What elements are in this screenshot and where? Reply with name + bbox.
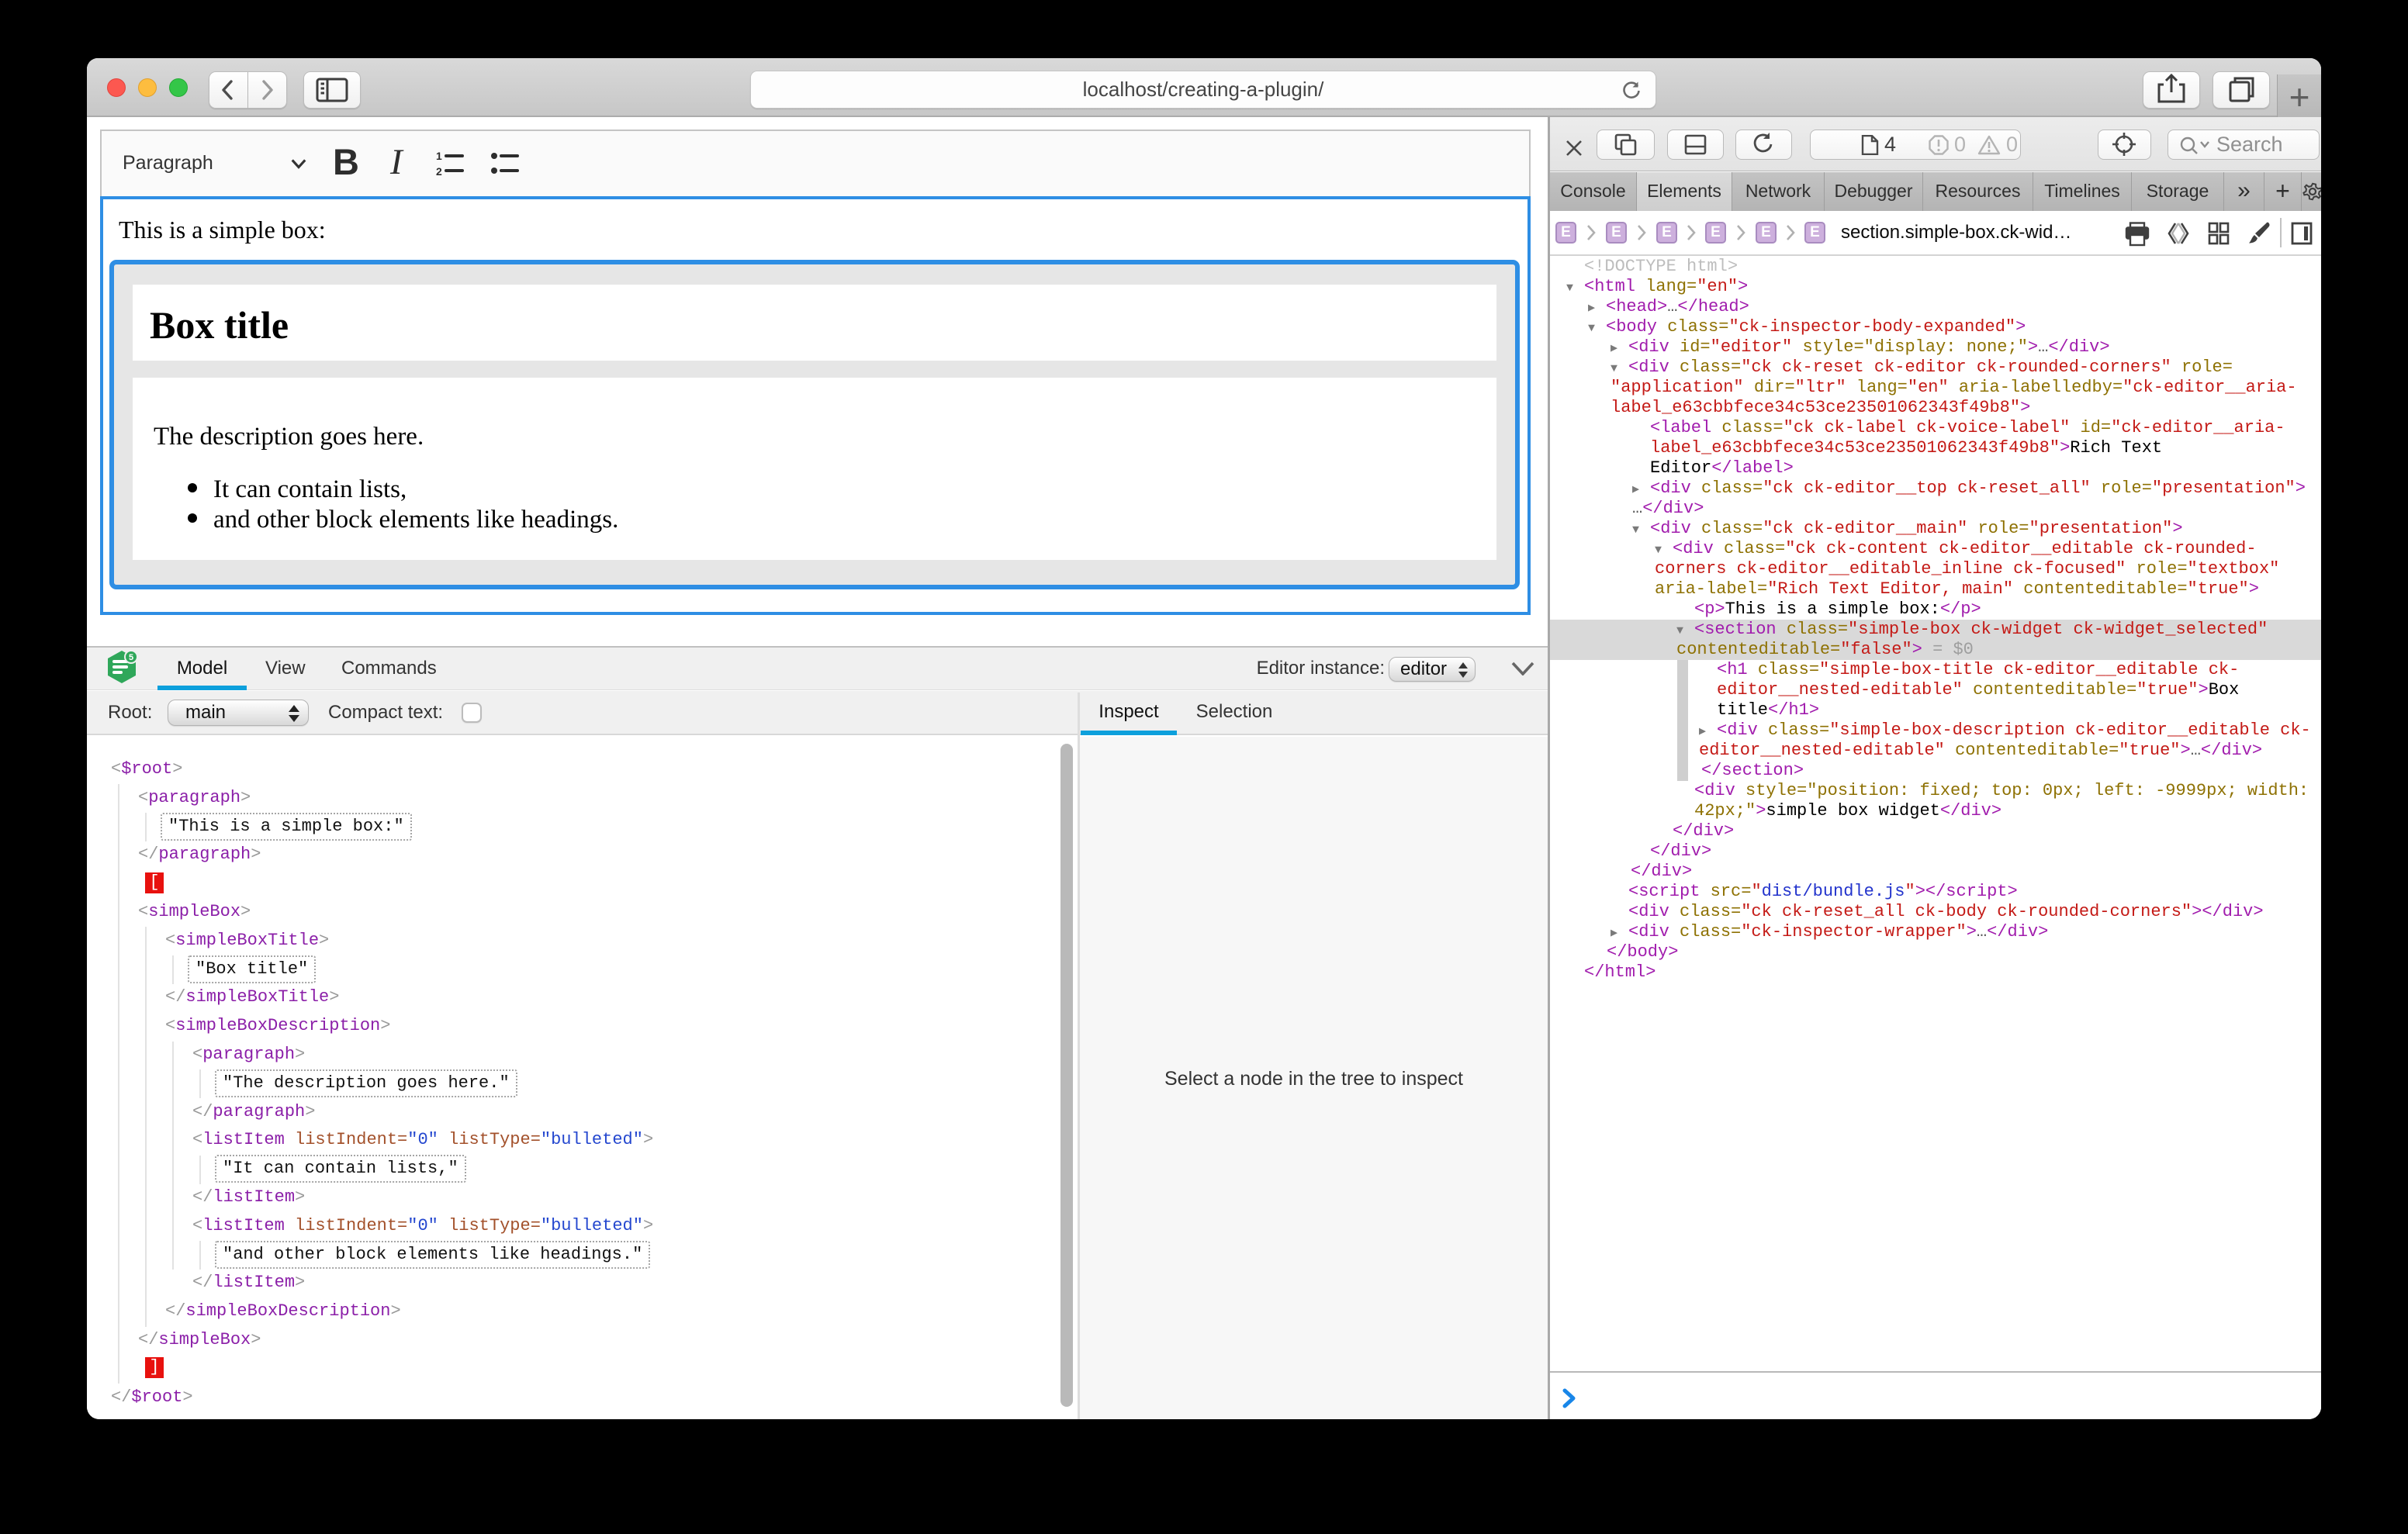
svg-text:1: 1 [436, 150, 442, 162]
svg-text:5: 5 [129, 653, 133, 662]
svg-text:2: 2 [436, 165, 442, 178]
